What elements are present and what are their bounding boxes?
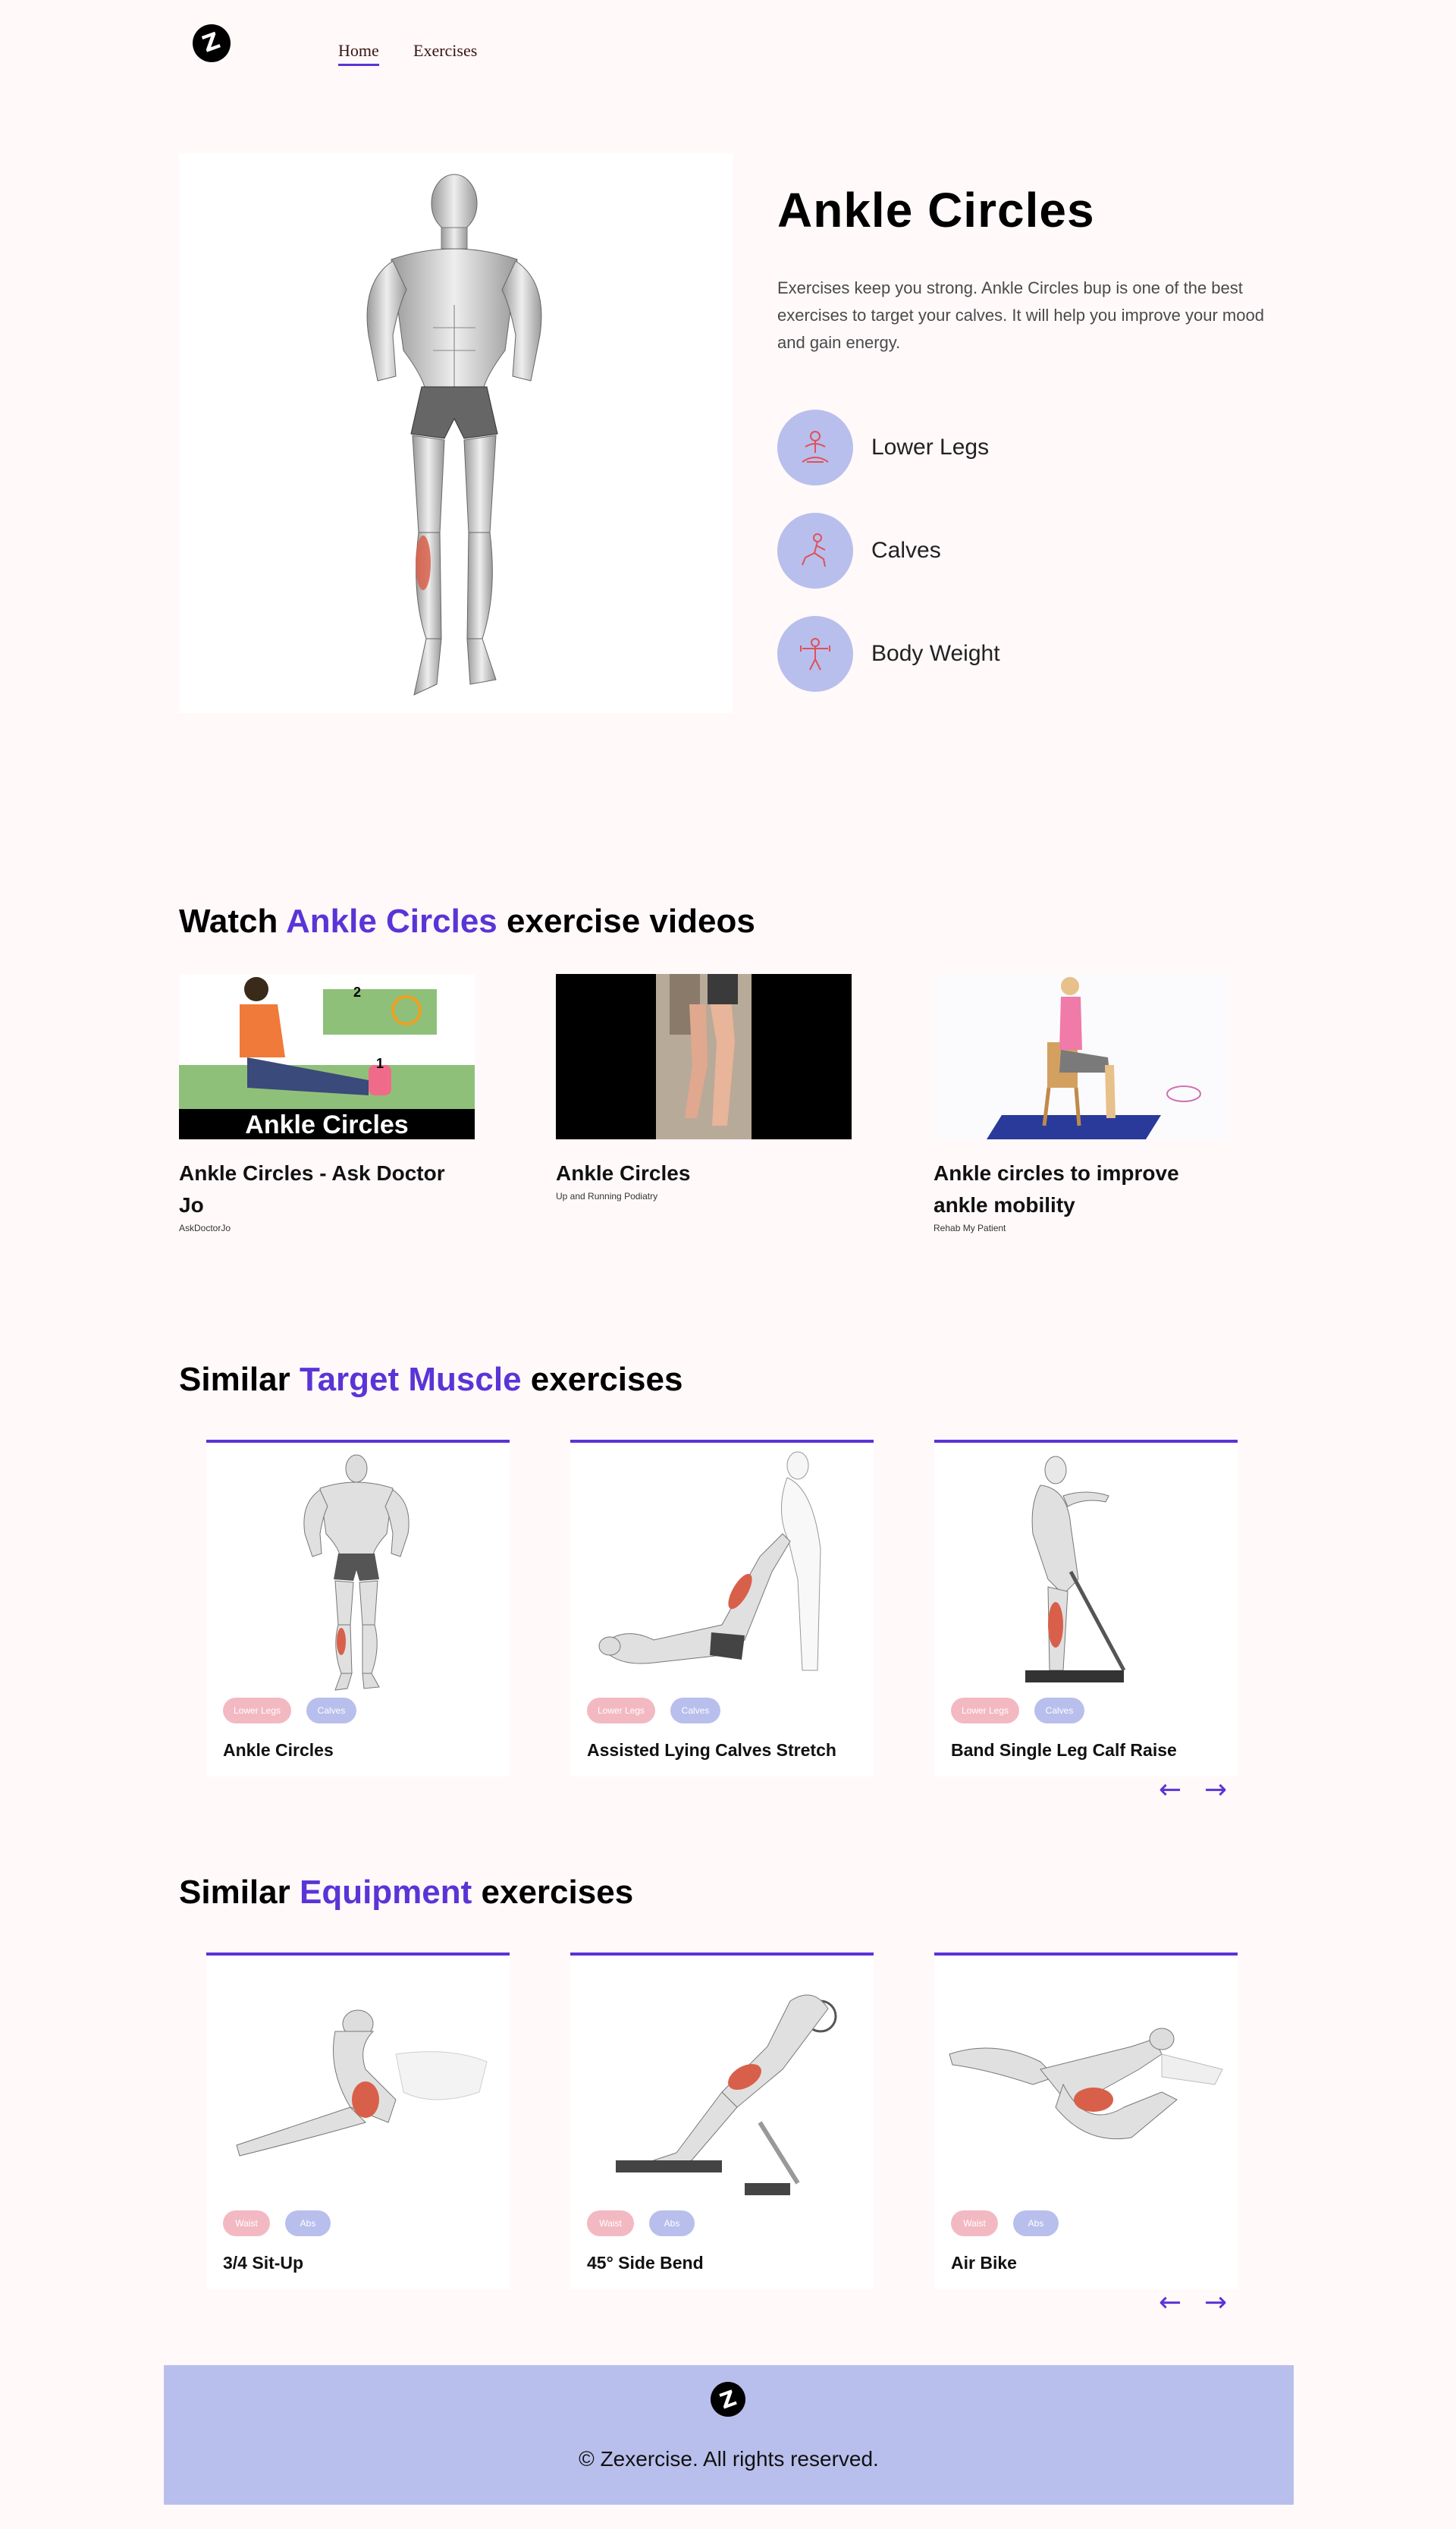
videos-section-title: Watch Ankle Circles exercise videos (179, 903, 755, 941)
tag-target[interactable]: Abs (285, 2210, 331, 2236)
tag-body-part[interactable]: Waist (223, 2210, 270, 2236)
badge-body-part: Lower Legs (777, 410, 989, 485)
badge-target: Calves (777, 513, 941, 589)
video-thumbnail[interactable] (934, 974, 1229, 1139)
body-part-icon (777, 410, 853, 485)
tag-target[interactable]: Calves (1034, 1698, 1084, 1723)
exercise-card-image (206, 1443, 510, 1693)
tag-body-part[interactable]: Lower Legs (223, 1698, 291, 1723)
video-card[interactable]: 2 1 Ankle Circles Ankle Circles - Ask Do… (179, 974, 475, 1233)
exercise-card[interactable]: Lower Legs Calves Assisted Lying Calves … (570, 1440, 874, 1777)
svg-text:2: 2 (353, 985, 361, 1000)
copyright-text: © Zexercise. All rights reserved. (579, 2447, 879, 2471)
nav-link-exercises[interactable]: Exercises (413, 41, 477, 61)
svg-text:1: 1 (376, 1056, 384, 1071)
equipment-section-title: Similar Equipment exercises (179, 1874, 633, 1912)
video-thumbnail[interactable] (556, 974, 852, 1139)
video-channel: AskDoctorJo (179, 1223, 231, 1233)
video-channel: Rehab My Patient (934, 1223, 1006, 1233)
video-card[interactable]: Ankle Circles Up and Running Podiatry (556, 974, 852, 1202)
exercise-card-image (934, 1956, 1238, 2206)
tag-target[interactable]: Calves (670, 1698, 720, 1723)
exercise-card[interactable]: Lower Legs Calves Band Single Leg Calf R… (934, 1440, 1238, 1777)
title-suffix: exercises (521, 1361, 683, 1398)
video-thumbnail[interactable]: 2 1 Ankle Circles (179, 974, 475, 1139)
badge-label: Lower Legs (871, 435, 990, 460)
badge-label: Calves (871, 538, 941, 563)
zexercise-logo-icon[interactable]: Z (193, 24, 231, 62)
description-line: Exercises keep you strong. Ankle Circles… (777, 278, 1243, 297)
exercise-card-title[interactable]: Ankle Circles (223, 1740, 334, 1761)
tag-target[interactable]: Abs (1013, 2210, 1059, 2236)
tag-target[interactable]: Calves (306, 1698, 356, 1723)
arrow-left-icon[interactable]: ← (1159, 1777, 1181, 1804)
tag-body-part[interactable]: Lower Legs (951, 1698, 1019, 1723)
navbar: Z Home Exercises (0, 0, 1456, 106)
exercise-card-image (206, 1956, 510, 2206)
video-card[interactable]: Ankle circles to improve ankle mobility … (934, 974, 1229, 1233)
badge-label: Body Weight (871, 641, 1000, 666)
title-prefix: Similar (179, 1874, 300, 1911)
badge-equipment: Body Weight (777, 616, 1000, 692)
thumbnail-text: Ankle Circles (245, 1111, 408, 1139)
exercise-card[interactable]: Waist Abs 3/4 Sit-Up (206, 1953, 510, 2289)
description-line: exercises to target your calves. It will… (777, 306, 1264, 352)
tag-body-part[interactable]: Waist (587, 2210, 634, 2236)
exercise-card-image (934, 1443, 1238, 1693)
title-prefix: Similar (179, 1361, 300, 1398)
title-suffix: exercise videos (497, 903, 755, 940)
title-accent: Equipment (299, 1874, 472, 1911)
tag-target[interactable]: Abs (649, 2210, 695, 2236)
zexercise-logo-icon: Z (711, 2382, 745, 2417)
exercise-card[interactable]: Waist Abs 45° Side Bend (570, 1953, 874, 2289)
target-section-title: Similar Target Muscle exercises (179, 1361, 682, 1399)
video-title[interactable]: Ankle circles to improve ankle mobility (934, 1158, 1229, 1221)
video-title[interactable]: Ankle Circles (556, 1158, 852, 1189)
video-channel: Up and Running Podiatry (556, 1191, 658, 1202)
exercise-card-title[interactable]: 3/4 Sit-Up (223, 2253, 303, 2273)
exercise-card-image (570, 1443, 874, 1693)
exercise-card-title[interactable]: Band Single Leg Calf Raise (951, 1740, 1177, 1761)
title-accent: Ankle Circles (285, 903, 497, 940)
equipment-icon (777, 616, 853, 692)
exercise-title: Ankle Circles (777, 183, 1095, 237)
exercise-card-image (570, 1956, 874, 2206)
nav-link-home[interactable]: Home (338, 41, 379, 66)
tag-body-part[interactable]: Lower Legs (587, 1698, 655, 1723)
title-accent: Target Muscle (299, 1361, 522, 1398)
exercise-card-title[interactable]: Assisted Lying Calves Stretch (587, 1740, 836, 1761)
exercise-illustration (179, 153, 733, 713)
video-title[interactable]: Ankle Circles - Ask Doctor Jo (179, 1158, 475, 1221)
exercise-description: Exercises keep you strong. Ankle Circles… (777, 275, 1278, 357)
target-muscle-icon (777, 513, 853, 589)
tag-body-part[interactable]: Waist (951, 2210, 998, 2236)
exercise-card-title[interactable]: 45° Side Bend (587, 2253, 704, 2273)
exercise-card[interactable]: Waist Abs Air Bike (934, 1953, 1238, 2289)
arrow-right-icon[interactable]: → (1204, 1777, 1227, 1804)
exercise-card-title[interactable]: Air Bike (951, 2253, 1017, 2273)
arrow-right-icon[interactable]: → (1204, 2289, 1227, 2317)
exercise-card[interactable]: Lower Legs Calves Ankle Circles (206, 1440, 510, 1777)
footer: Z © Zexercise. All rights reserved. (164, 2365, 1294, 2505)
title-suffix: exercises (472, 1874, 634, 1911)
arrow-left-icon[interactable]: ← (1159, 2289, 1181, 2317)
title-prefix: Watch (179, 903, 286, 940)
